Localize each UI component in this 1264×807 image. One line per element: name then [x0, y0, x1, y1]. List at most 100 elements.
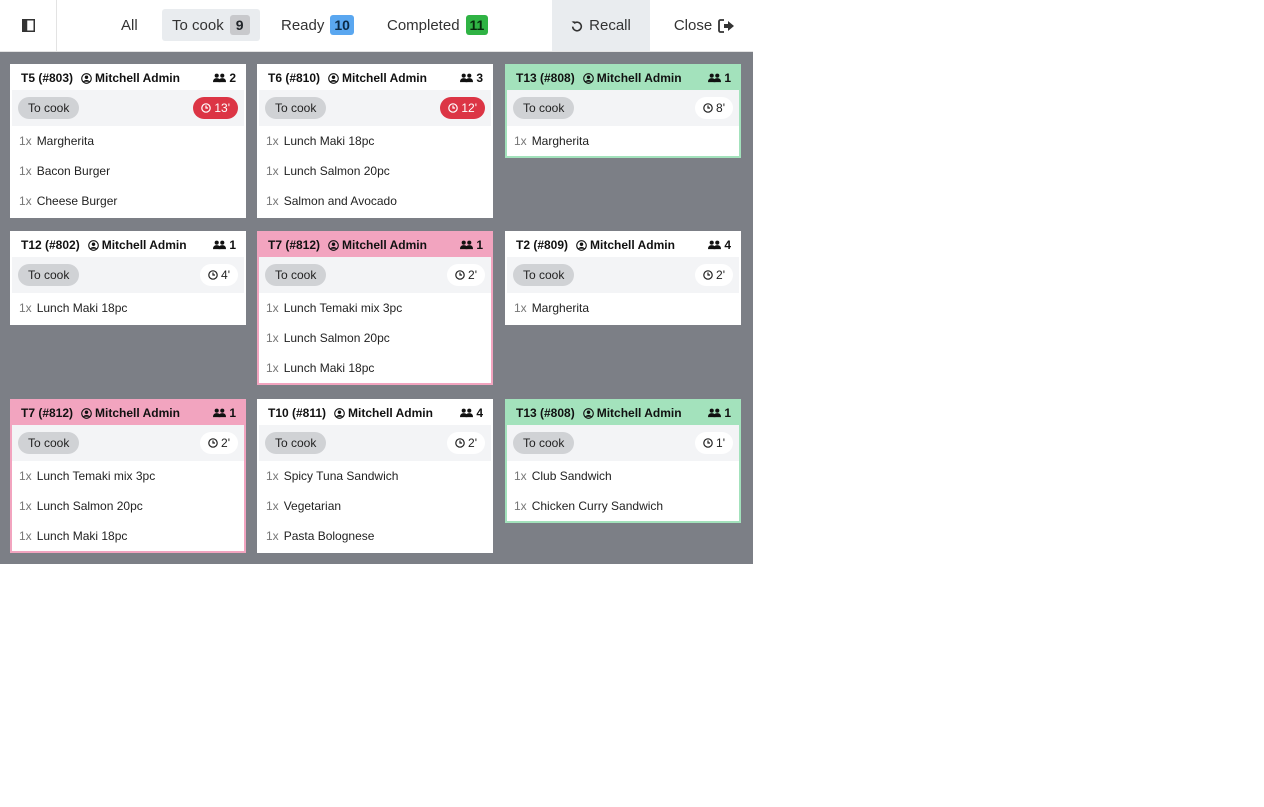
order-card-header: T13 (#808) Mitchell Admin 1 [507, 66, 739, 90]
order-card-header: T13 (#808) Mitchell Admin 1 [507, 401, 739, 425]
order-line[interactable]: 1x Margherita [12, 126, 244, 156]
order-card[interactable]: T12 (#802) Mitchell Admin 1 To cook 4' 1x Lunc… [10, 231, 246, 325]
order-line-qty: 1x [19, 469, 32, 483]
order-user: Mitchell Admin [334, 406, 460, 420]
order-line[interactable]: 1x Spicy Tuna Sandwich [259, 461, 491, 491]
order-status-row: To cook 2' [507, 257, 739, 293]
order-line[interactable]: 1x Lunch Salmon 20pc [259, 156, 491, 186]
order-line[interactable]: 1x Lunch Temaki mix 3pc [259, 293, 491, 323]
order-timer-value: 2' [716, 268, 725, 282]
order-line[interactable]: 1x Lunch Salmon 20pc [12, 491, 244, 521]
ready-count-badge: 10 [330, 15, 354, 35]
order-guests: 1 [213, 238, 236, 252]
order-status-button[interactable]: To cook [513, 97, 575, 119]
order-guest-count: 1 [229, 238, 236, 252]
order-guests: 1 [213, 406, 236, 420]
order-guest-count: 1 [724, 406, 731, 420]
order-status-button[interactable]: To cook [265, 264, 327, 286]
clock-icon [208, 438, 218, 448]
order-timer-value: 13' [214, 101, 230, 115]
order-status-button[interactable]: To cook [513, 432, 575, 454]
order-line[interactable]: 1x Vegetarian [259, 491, 491, 521]
order-table: T13 (#808) [516, 406, 575, 420]
order-line[interactable]: 1x Lunch Maki 18pc [259, 126, 491, 156]
filter-completed[interactable]: Completed 11 [377, 9, 498, 41]
order-line-product: Lunch Salmon 20pc [283, 331, 390, 345]
order-card[interactable]: T7 (#812) Mitchell Admin 1 To cook 2' 1x Lunch… [10, 399, 246, 553]
order-card[interactable]: T6 (#810) Mitchell Admin 3 To cook 12' 1x Lunc… [257, 64, 493, 218]
order-guest-count: 4 [476, 406, 483, 420]
order-user-name: Mitchell Admin [101, 238, 187, 252]
order-status-row: To cook 2' [259, 257, 491, 293]
order-card[interactable]: T13 (#808) Mitchell Admin 1 To cook 8' 1x Marg… [505, 64, 741, 158]
order-timer: 8' [695, 97, 733, 119]
order-line[interactable]: 1x Bacon Burger [12, 156, 244, 186]
order-timer: 1' [695, 432, 733, 454]
close-button[interactable]: Close [662, 0, 747, 51]
filter-ready[interactable]: Ready 10 [271, 9, 364, 41]
order-line-product: Lunch Maki 18pc [283, 134, 375, 148]
user-circle-icon [87, 239, 99, 251]
order-card[interactable]: T10 (#811) Mitchell Admin 4 To cook 2' 1x Spic… [257, 399, 493, 553]
order-card[interactable]: T13 (#808) Mitchell Admin 1 To cook 1' 1x Club… [505, 399, 741, 523]
order-line[interactable]: 1x Pasta Bolognese [259, 521, 491, 551]
clock-icon [201, 103, 212, 113]
order-line[interactable]: 1x Margherita [507, 126, 739, 156]
sidebar-toggle-button[interactable] [0, 0, 57, 51]
order-line[interactable]: 1x Lunch Salmon 20pc [259, 323, 491, 353]
order-timer-value: 1' [716, 436, 725, 450]
order-table: T6 (#810) [268, 71, 321, 85]
order-status-button[interactable]: To cook [513, 264, 575, 286]
order-timer-value: 4' [221, 268, 230, 282]
order-line-product: Pasta Bolognese [283, 529, 375, 543]
user-circle-icon [81, 407, 92, 419]
order-line-product: Cheese Burger [36, 194, 118, 208]
order-timer-value: 12' [461, 101, 477, 115]
order-line-qty: 1x [514, 134, 527, 148]
order-line[interactable]: 1x Lunch Maki 18pc [259, 353, 491, 383]
order-line[interactable]: 1x Chicken Curry Sandwich [507, 491, 739, 521]
order-status-button[interactable]: To cook [18, 264, 80, 286]
filter-all[interactable]: All [111, 9, 148, 41]
order-status-button[interactable]: To cook [18, 97, 80, 119]
order-line[interactable]: 1x Cheese Burger [12, 186, 244, 216]
order-line-qty: 1x [266, 331, 279, 345]
order-line[interactable]: 1x Lunch Temaki mix 3pc [12, 461, 244, 491]
order-line[interactable]: 1x Lunch Maki 18pc [12, 293, 244, 323]
order-user-name: Mitchell Admin [95, 406, 180, 420]
order-line[interactable]: 1x Margherita [507, 293, 739, 323]
order-user: Mitchell Admin [582, 406, 709, 420]
order-timer: 13' [193, 97, 238, 119]
order-line-qty: 1x [19, 529, 32, 543]
order-guests: 1 [460, 238, 483, 252]
clock-icon [455, 438, 465, 448]
order-timer: 2' [447, 264, 485, 286]
order-card[interactable]: T7 (#812) Mitchell Admin 1 To cook 2' 1x Lunch… [257, 231, 493, 385]
order-status-button[interactable]: To cook [265, 97, 327, 119]
order-user-name: Mitchell Admin [596, 406, 682, 420]
order-user: Mitchell Admin [576, 238, 708, 252]
order-status-row: To cook 2' [12, 425, 244, 461]
order-line-product: Spicy Tuna Sandwich [283, 469, 399, 483]
filter-to-cook[interactable]: To cook 9 [162, 9, 260, 41]
order-card[interactable]: T2 (#809) Mitchell Admin 4 To cook 2' 1x Margh… [505, 231, 741, 325]
order-status-button[interactable]: To cook [265, 432, 327, 454]
order-line[interactable]: 1x Salmon and Avocado [259, 186, 491, 216]
order-user-name: Mitchell Admin [348, 406, 433, 420]
order-card[interactable]: T5 (#803) Mitchell Admin 2 To cook 13' 1x Marg… [10, 64, 246, 218]
order-timer-value: 8' [716, 101, 725, 115]
order-status-row: To cook 2' [259, 425, 491, 461]
order-user: Mitchell Admin [328, 238, 460, 252]
order-line-qty: 1x [266, 164, 279, 178]
order-status-row: To cook 8' [507, 90, 739, 126]
order-status-button[interactable]: To cook [18, 432, 80, 454]
recall-button[interactable]: Recall [552, 0, 650, 51]
order-guests: 1 [708, 406, 731, 420]
order-card-header: T2 (#809) Mitchell Admin 4 [507, 233, 739, 257]
order-table: T7 (#812) [268, 238, 321, 252]
order-line[interactable]: 1x Club Sandwich [507, 461, 739, 491]
order-timer: 2' [200, 432, 238, 454]
order-user-name: Mitchell Admin [342, 71, 427, 85]
order-line[interactable]: 1x Lunch Maki 18pc [12, 521, 244, 551]
order-line-product: Lunch Maki 18pc [283, 361, 375, 375]
